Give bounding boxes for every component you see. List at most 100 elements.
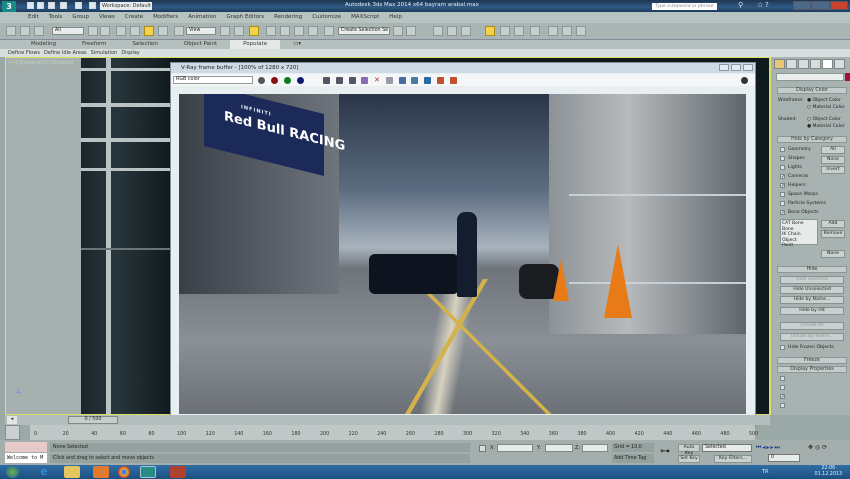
menu-edit[interactable]: Edit	[28, 12, 39, 23]
shaded-object-color-radio[interactable]: ○ Object Color	[807, 117, 841, 122]
subtab-simulation[interactable]: Simulation	[91, 49, 118, 57]
redo-icon[interactable]	[75, 2, 82, 9]
system-clock[interactable]: 22:06 01.12.2013	[815, 466, 842, 478]
material-editor-icon[interactable]	[500, 26, 510, 36]
category-list[interactable]: CAT Bone Bone IK Chain Object Point	[780, 219, 818, 248]
mini-curve-editor-button[interactable]	[5, 425, 20, 440]
rendered-frame-window-icon[interactable]	[530, 26, 540, 36]
utilities-tab-icon[interactable]	[834, 59, 845, 69]
curve-editor-icon[interactable]	[461, 26, 471, 36]
vfb-maximize-button[interactable]	[731, 64, 741, 71]
unhide-all-button[interactable]: Unhide All	[780, 322, 844, 330]
menu-graph-editors[interactable]: Graph Editors	[226, 12, 264, 23]
menu-help[interactable]: Help	[389, 12, 402, 23]
display-tab-icon[interactable]	[822, 59, 833, 69]
graphite-tools-icon[interactable]	[447, 26, 457, 36]
hierarchy-tab-icon[interactable]	[798, 59, 809, 69]
ribbon-options-icon[interactable]: ▭▾	[280, 40, 314, 49]
object-color-swatch[interactable]	[845, 73, 850, 81]
remove-button[interactable]: Remove	[821, 230, 845, 238]
display-property-checkbox[interactable]	[780, 403, 785, 408]
search-input[interactable]: Type a keyword or phrase	[652, 3, 717, 10]
menu-create[interactable]: Create	[125, 12, 143, 23]
snaps-toggle-icon[interactable]	[266, 26, 276, 36]
space-warps-checkbox[interactable]	[780, 192, 785, 197]
minimize-button[interactable]	[793, 1, 812, 10]
save-image-icon[interactable]	[336, 77, 343, 84]
subtab-define-idle-areas[interactable]: Define Idle Areas	[44, 49, 87, 57]
display-property-checkbox[interactable]	[780, 385, 785, 390]
color-correction-icon[interactable]	[437, 77, 444, 84]
helpers-checkbox[interactable]: ✓	[780, 183, 785, 189]
object-name-field[interactable]	[776, 73, 844, 81]
modify-tab-icon[interactable]	[786, 59, 797, 69]
menu-animation[interactable]: Animation	[188, 12, 216, 23]
start-button[interactable]	[6, 466, 19, 478]
render-iterative-icon[interactable]	[562, 26, 572, 36]
binoculars-icon[interactable]: ⚲	[738, 2, 745, 9]
rollout-hide[interactable]: Hide	[777, 266, 847, 273]
wireframe-object-color-radio[interactable]: ● Object Color	[807, 98, 841, 103]
channel-dropdown[interactable]: RGB color	[173, 76, 253, 84]
spinner-snap-icon[interactable]	[308, 26, 318, 36]
hide-by-name-button[interactable]: Hide by Name...	[780, 296, 844, 304]
list-item[interactable]: IK Chain Object	[782, 232, 816, 243]
blue-channel-icon[interactable]	[297, 77, 304, 84]
hide-frozen-checkbox[interactable]	[780, 345, 785, 350]
shaded-material-color-radio[interactable]: ● Material Color	[807, 124, 845, 129]
project-folder-icon[interactable]	[89, 2, 96, 9]
file-explorer-icon[interactable]	[64, 466, 80, 478]
unhide-by-name-button[interactable]: Unhide by Name...	[780, 333, 844, 341]
none-button[interactable]: None	[821, 156, 845, 164]
keyboard-shortcut-override-icon[interactable]	[249, 26, 259, 36]
key-filters-button[interactable]: Key Filters...	[714, 455, 752, 463]
render-activeshade-icon[interactable]	[576, 26, 586, 36]
mono-channel-icon[interactable]	[258, 77, 265, 84]
track-mouse-icon[interactable]	[386, 77, 393, 84]
track-bar[interactable]: 0 20 40 60 80 100 120 140 160 180 200 220 240 260 280 3…	[30, 425, 758, 440]
time-slider[interactable]: ◂ 0 / 500	[5, 415, 770, 425]
menu-views[interactable]: Views	[99, 12, 115, 23]
none-list-button[interactable]: None	[821, 250, 845, 258]
menu-modifiers[interactable]: Modifiers	[153, 12, 178, 23]
manipulate-icon[interactable]	[234, 26, 244, 36]
select-object-icon[interactable]	[88, 26, 98, 36]
viewport-navigation-icons[interactable]: ✥ ◎ ⟳	[808, 444, 827, 451]
geometry-checkbox[interactable]	[780, 147, 785, 152]
x-coordinate-field[interactable]	[497, 444, 533, 452]
auto-key-button[interactable]: Auto Key	[678, 444, 700, 456]
lens-effects-icon[interactable]	[450, 77, 457, 84]
star-icon[interactable]: ☆	[757, 2, 764, 9]
current-frame-field[interactable]: 0	[768, 454, 800, 462]
key-mode-dropdown[interactable]: Selected	[702, 444, 752, 452]
red-channel-icon[interactable]	[271, 77, 278, 84]
hide-selected-button[interactable]: Hide Selected	[780, 276, 844, 284]
tab-object-paint[interactable]: Object Paint	[171, 40, 230, 49]
angle-snap-icon[interactable]	[280, 26, 290, 36]
menu-customize[interactable]: Customize	[312, 12, 341, 23]
render-setup-icon[interactable]	[514, 26, 524, 36]
select-and-scale-icon[interactable]	[174, 26, 184, 36]
app-logo-icon[interactable]: 3	[2, 1, 16, 12]
vfb-close-button[interactable]	[743, 64, 753, 71]
link-vfb-icon[interactable]	[399, 77, 406, 84]
menu-group[interactable]: Group	[72, 12, 89, 23]
bone-objects-checkbox[interactable]: ✓	[780, 210, 785, 216]
pivot-center-icon[interactable]	[220, 26, 230, 36]
particle-systems-checkbox[interactable]	[780, 201, 785, 206]
internet-explorer-icon[interactable]: e	[36, 466, 52, 478]
schematic-view-icon[interactable]	[485, 26, 495, 36]
cameras-checkbox[interactable]: ✓	[780, 174, 785, 180]
open-file-icon[interactable]	[37, 2, 44, 9]
menu-tools[interactable]: Tools	[49, 12, 63, 23]
save-icon[interactable]	[48, 2, 55, 9]
list-item[interactable]: Point	[782, 243, 816, 249]
align-icon[interactable]	[406, 26, 416, 36]
reference-coordinate-dropdown[interactable]: View	[186, 27, 216, 35]
rollout-hide-by-category[interactable]: Hide by Category	[777, 136, 847, 143]
3ds-max-taskbar-icon[interactable]	[140, 466, 156, 478]
absolute-mode-icon[interactable]	[479, 445, 486, 452]
app-taskbar-icon[interactable]	[170, 466, 186, 478]
hide-by-hit-button[interactable]: Hide by Hit	[780, 307, 844, 315]
subtab-define-flows[interactable]: Define Flows	[8, 49, 40, 57]
